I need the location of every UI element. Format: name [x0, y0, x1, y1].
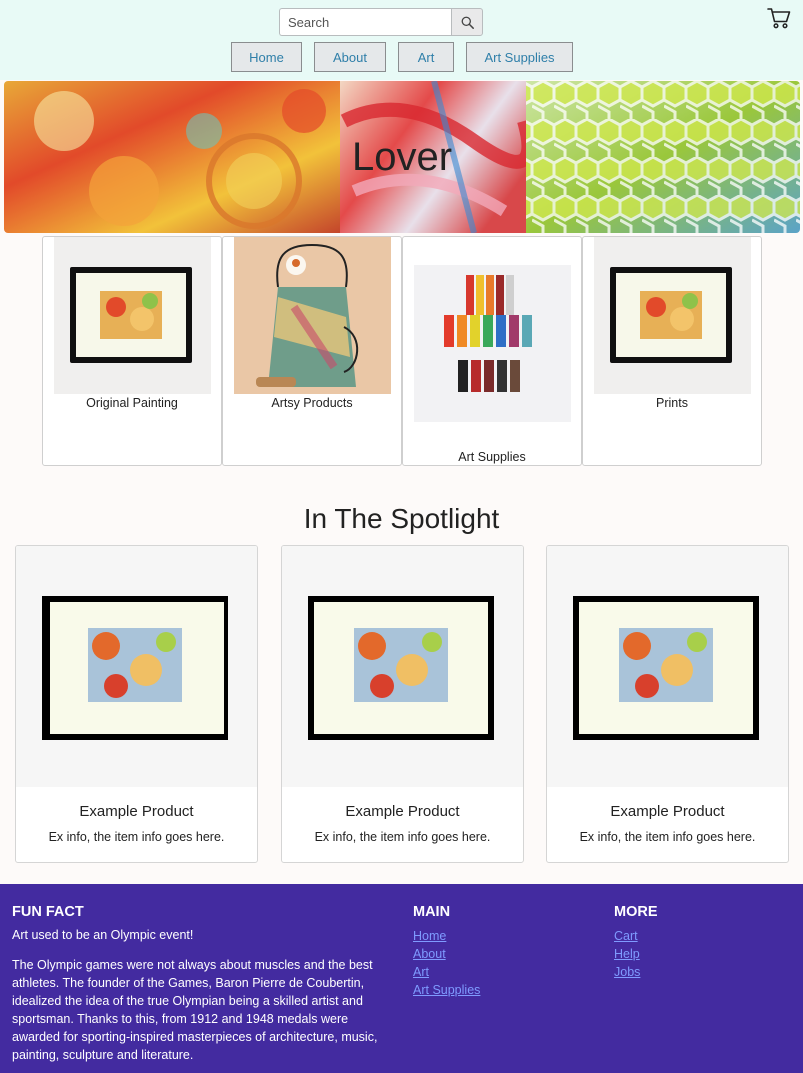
footer-link-cart[interactable]: Cart: [614, 927, 640, 945]
category-card-artsy-products[interactable]: Artsy Products: [222, 236, 402, 466]
spotlight-heading: In The Spotlight: [303, 503, 500, 534]
category-label: Artsy Products: [271, 396, 353, 410]
product-name: Example Product: [610, 803, 725, 820]
hero-banner: Lover: [4, 81, 800, 233]
footer-link-jobs[interactable]: Jobs: [614, 963, 640, 981]
nav-home-button[interactable]: Home: [231, 42, 302, 72]
category-card-original-painting[interactable]: Original Painting: [42, 236, 222, 466]
nav-about-button[interactable]: About: [314, 42, 386, 72]
product-card[interactable]: Example Product Ex info, the item info g…: [546, 545, 789, 863]
product-card[interactable]: Example Product Ex info, the item info g…: [281, 545, 524, 863]
framed-print-image: [594, 237, 751, 394]
main-nav: Home About Art Art Supplies: [0, 42, 803, 72]
category-label: Art Supplies: [458, 450, 526, 464]
main-links: Home About Art Art Supplies: [413, 927, 480, 999]
site-footer: FUN FACT Art used to be an Olympic event…: [0, 884, 803, 1073]
product-image: [16, 546, 257, 787]
product-image: [547, 546, 788, 787]
cart-button[interactable]: [766, 6, 792, 30]
product-info: Ex info, the item info goes here.: [579, 830, 756, 844]
more-links: Cart Help Jobs: [614, 927, 640, 981]
category-card-art-supplies[interactable]: Art Supplies: [402, 236, 582, 466]
paint-tubes-image: [414, 265, 571, 422]
footer-link-help[interactable]: Help: [614, 945, 640, 963]
footer-link-art-supplies[interactable]: Art Supplies: [413, 981, 480, 999]
product-image: [282, 546, 523, 787]
apron-image: [234, 237, 391, 394]
search-icon: [461, 16, 474, 29]
more-links-heading: MORE: [614, 904, 658, 920]
framed-painting-image: [54, 237, 211, 394]
fun-fact-heading: FUN FACT: [12, 904, 84, 920]
product-card[interactable]: Example Product Ex info, the item info g…: [15, 545, 258, 863]
category-card-prints[interactable]: Prints: [582, 236, 762, 466]
fun-fact-paragraph: The Olympic games were not always about …: [12, 958, 378, 1062]
product-info: Ex info, the item info goes here.: [48, 830, 225, 844]
fun-fact-subheading: Art used to be an Olympic event!: [12, 928, 194, 942]
search-bar: [279, 8, 483, 36]
search-button[interactable]: [451, 8, 483, 36]
product-name: Example Product: [345, 803, 460, 820]
product-info: Ex info, the item info goes here.: [314, 830, 491, 844]
product-name: Example Product: [79, 803, 194, 820]
footer-link-about[interactable]: About: [413, 945, 480, 963]
hero-title: Lover: [351, 134, 453, 179]
category-label: Original Painting: [86, 396, 178, 410]
nav-art-button[interactable]: Art: [398, 42, 454, 72]
main-links-heading: MAIN: [413, 904, 451, 920]
category-label: Prints: [656, 396, 688, 410]
nav-art-supplies-button[interactable]: Art Supplies: [466, 42, 573, 72]
footer-link-home[interactable]: Home: [413, 927, 480, 945]
cart-icon: [767, 8, 791, 29]
footer-link-art[interactable]: Art: [413, 963, 480, 981]
site-header: Home About Art Art Supplies: [0, 0, 803, 80]
search-input[interactable]: [279, 8, 451, 36]
